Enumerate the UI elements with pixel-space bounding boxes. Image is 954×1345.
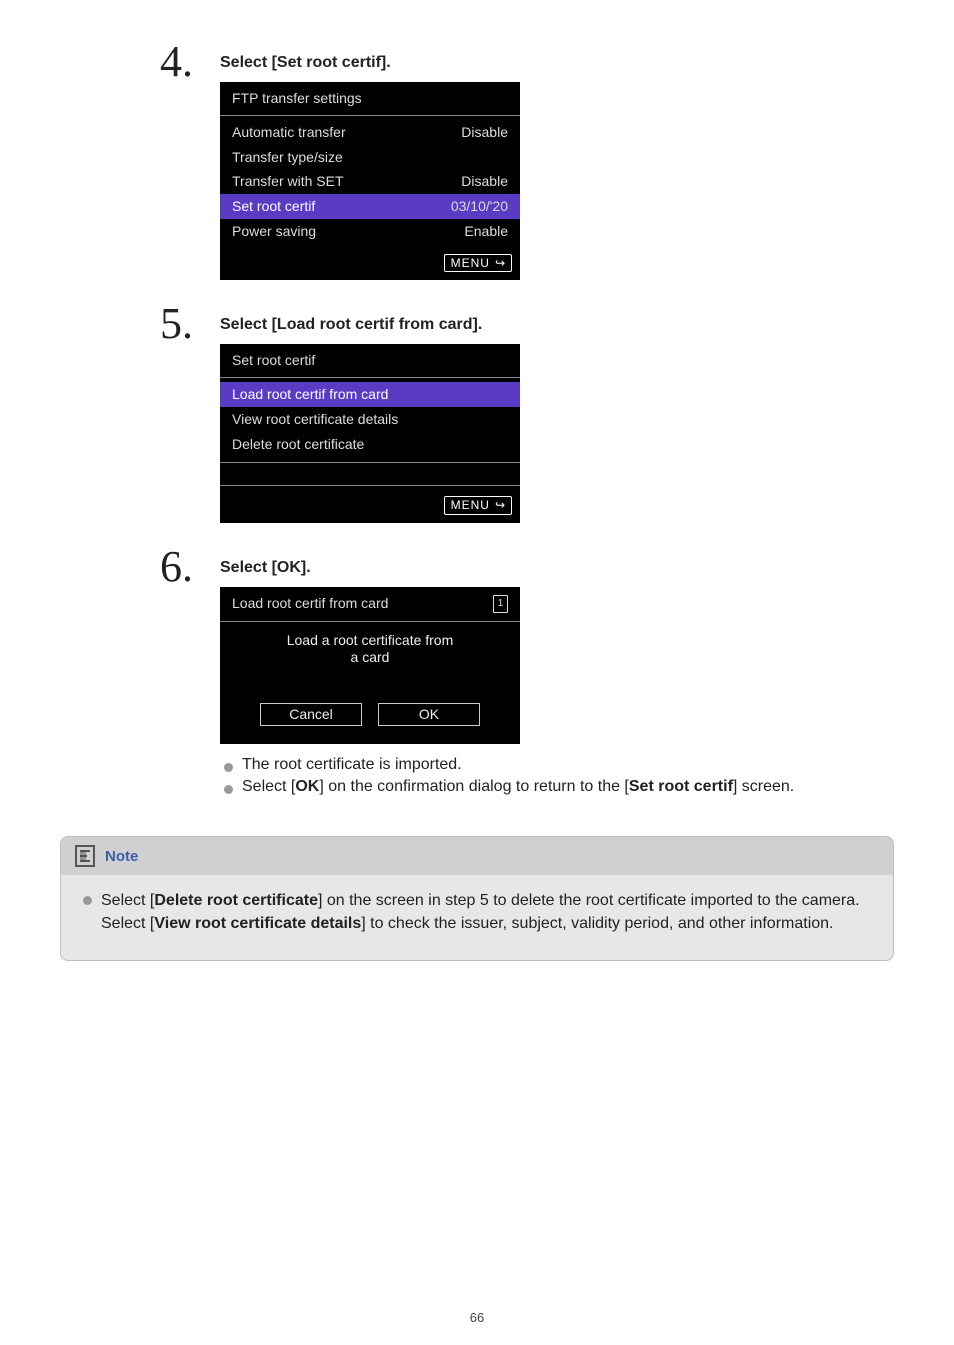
lcd-set-root-certif: Set root certif Load root certif from ca…: [220, 344, 520, 523]
menu-label: Transfer type/size: [232, 149, 343, 166]
note-item: Select [Delete root certificate] on the …: [75, 889, 879, 935]
ok-button[interactable]: OK: [378, 703, 480, 726]
dialog-message: Load a root certificate from a card: [220, 622, 520, 704]
menu-value: 03/10/'20: [451, 198, 508, 215]
step-number: 4.: [60, 40, 220, 84]
menu-item-transfer-type-size[interactable]: Transfer type/size: [220, 145, 520, 170]
page-number: 66: [0, 1310, 954, 1325]
step-5-title: Select [Load root certif from card].: [220, 316, 894, 334]
step-4-title: Select [Set root certif].: [220, 54, 894, 72]
return-icon: ↩: [494, 498, 505, 512]
menu-item-set-root-certif[interactable]: Set root certif 03/10/'20: [220, 194, 520, 219]
step-number: 5.: [60, 302, 220, 346]
lcd-title: Set root certif: [220, 344, 520, 377]
menu-item-transfer-with-set[interactable]: Transfer with SET Disable: [220, 169, 520, 194]
menu-label: Delete root certificate: [232, 436, 364, 452]
menu-label: MENU: [451, 498, 490, 512]
divider: [220, 485, 520, 486]
menu-value: Disable: [461, 124, 508, 141]
card-slot-icon: 1: [493, 595, 508, 613]
lcd-title: Load root certif from card: [232, 595, 388, 612]
note-header: Note: [61, 837, 893, 875]
bullet: Select [OK] on the confirmation dialog t…: [220, 778, 894, 796]
menu-back-button[interactable]: MENU ↩: [444, 496, 512, 514]
step-6-notes: The root certificate is imported. Select…: [220, 756, 894, 796]
step-6-title: Select [OK].: [220, 559, 894, 577]
menu-label: View root certificate details: [232, 411, 398, 427]
menu-item-delete-root-certif[interactable]: Delete root certificate: [220, 432, 520, 457]
lcd-load-root-certif: Load root certif from card 1 Load a root…: [220, 587, 520, 744]
lcd-ftp-transfer-settings: FTP transfer settings Automatic transfer…: [220, 82, 520, 280]
menu-item-view-root-certif-details[interactable]: View root certificate details: [220, 407, 520, 432]
menu-label: Automatic transfer: [232, 124, 346, 141]
step-6: 6. Select [OK]. Load root certif from ca…: [60, 545, 894, 800]
menu-item-load-root-certif[interactable]: Load root certif from card: [220, 382, 520, 407]
menu-item-automatic-transfer[interactable]: Automatic transfer Disable: [220, 120, 520, 145]
menu-label: Transfer with SET: [232, 173, 344, 190]
cancel-button[interactable]: Cancel: [260, 703, 362, 726]
note-title: Note: [105, 848, 138, 865]
step-4: 4. Select [Set root certif]. FTP transfe…: [60, 40, 894, 292]
bullet: The root certificate is imported.: [220, 756, 894, 774]
menu-value: Enable: [464, 223, 508, 240]
menu-item-power-saving[interactable]: Power saving Enable: [220, 219, 520, 244]
note-body: Select [Delete root certificate] on the …: [61, 875, 893, 959]
menu-back-button[interactable]: MENU ↩: [444, 254, 512, 272]
note-box: Note Select [Delete root certificate] on…: [60, 836, 894, 960]
step-5: 5. Select [Load root certif from card]. …: [60, 302, 894, 535]
menu-label: Load root certif from card: [232, 386, 388, 402]
note-icon: [75, 845, 95, 867]
menu-label: Power saving: [232, 223, 316, 240]
lcd-title: FTP transfer settings: [220, 82, 520, 115]
return-icon: ↩: [494, 256, 505, 270]
menu-label: MENU: [451, 256, 490, 270]
step-number: 6.: [60, 545, 220, 589]
menu-value: Disable: [461, 173, 508, 190]
menu-label: Set root certif: [232, 198, 315, 215]
